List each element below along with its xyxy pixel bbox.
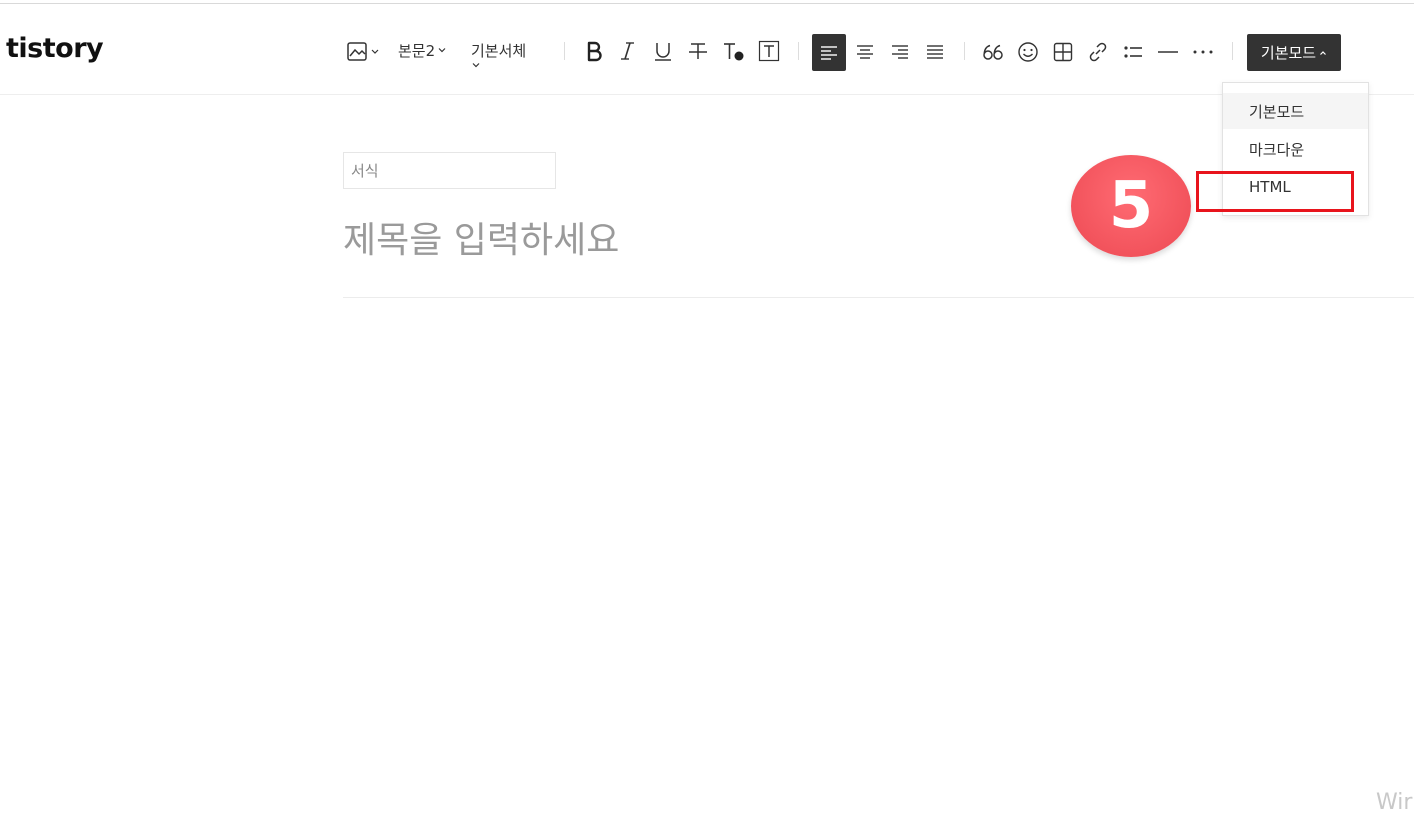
image-icon xyxy=(347,42,379,61)
tistory-logo[interactable]: tistory xyxy=(6,33,104,64)
list-button[interactable] xyxy=(1121,40,1145,64)
os-watermark: Wir xyxy=(1376,790,1413,815)
insert-image-button[interactable] xyxy=(344,40,382,64)
editor-mode-button[interactable]: 기본모드 xyxy=(1247,34,1341,71)
align-justify-icon xyxy=(927,45,943,59)
font-family-chevron xyxy=(471,60,481,70)
text-background-button[interactable] xyxy=(756,38,782,64)
toolbar-separator xyxy=(798,42,799,60)
toolbar-separator xyxy=(1232,42,1233,60)
quote-button[interactable] xyxy=(980,40,1006,64)
text-color-button[interactable] xyxy=(720,38,746,64)
more-dots-icon xyxy=(1193,50,1213,54)
paragraph-style-select[interactable]: 본문2 xyxy=(398,38,447,62)
toolbar-separator xyxy=(964,42,965,60)
text-color-icon xyxy=(724,43,744,61)
chevron-down-icon xyxy=(472,63,480,68)
title-input[interactable] xyxy=(343,212,1414,268)
more-button[interactable] xyxy=(1191,40,1215,64)
quote-icon xyxy=(983,44,1003,60)
align-right-button[interactable] xyxy=(888,40,912,64)
bold-icon xyxy=(587,41,602,62)
editor-header: tistory 본문2 기본서체 기본모드 xyxy=(0,4,1414,95)
align-justify-button[interactable] xyxy=(923,40,947,64)
category-select[interactable]: 서식 xyxy=(343,152,556,189)
strikethrough-icon xyxy=(689,43,707,59)
font-family-label: 기본서체 xyxy=(471,41,527,60)
chevron-down-icon xyxy=(438,48,446,53)
underline-button[interactable] xyxy=(650,38,676,64)
mode-option-basic[interactable]: 기본모드 xyxy=(1223,93,1368,129)
bullet-list-icon xyxy=(1124,46,1142,58)
font-family-select[interactable]: 기본서체 xyxy=(471,38,526,62)
editor-mode-label: 기본모드 xyxy=(1260,44,1317,62)
chevron-up-icon xyxy=(1320,50,1327,55)
bold-button[interactable] xyxy=(581,38,607,64)
mode-option-markdown[interactable]: 마크다운 xyxy=(1223,131,1368,167)
align-left-icon xyxy=(821,45,837,60)
italic-button[interactable] xyxy=(615,38,641,64)
underline-icon xyxy=(655,43,671,61)
table-button[interactable] xyxy=(1051,40,1075,64)
horizontal-rule-button[interactable] xyxy=(1156,40,1180,64)
emoticon-button[interactable] xyxy=(1016,40,1040,64)
link-button[interactable] xyxy=(1086,40,1110,64)
toolbar-separator xyxy=(564,42,565,60)
text-background-icon xyxy=(758,40,780,62)
horizontal-line-icon xyxy=(1158,51,1178,53)
align-left-button[interactable] xyxy=(812,34,846,71)
align-right-icon xyxy=(892,45,908,59)
paragraph-style-label: 본문2 xyxy=(398,41,436,60)
align-center-icon xyxy=(857,45,873,59)
title-divider xyxy=(343,297,1414,298)
align-center-button[interactable] xyxy=(853,40,877,64)
italic-icon xyxy=(621,42,634,60)
html-option-highlight xyxy=(1196,171,1354,212)
link-icon xyxy=(1089,42,1107,62)
smiley-icon xyxy=(1018,42,1038,62)
strikethrough-button[interactable] xyxy=(685,38,711,64)
table-icon xyxy=(1053,42,1073,62)
